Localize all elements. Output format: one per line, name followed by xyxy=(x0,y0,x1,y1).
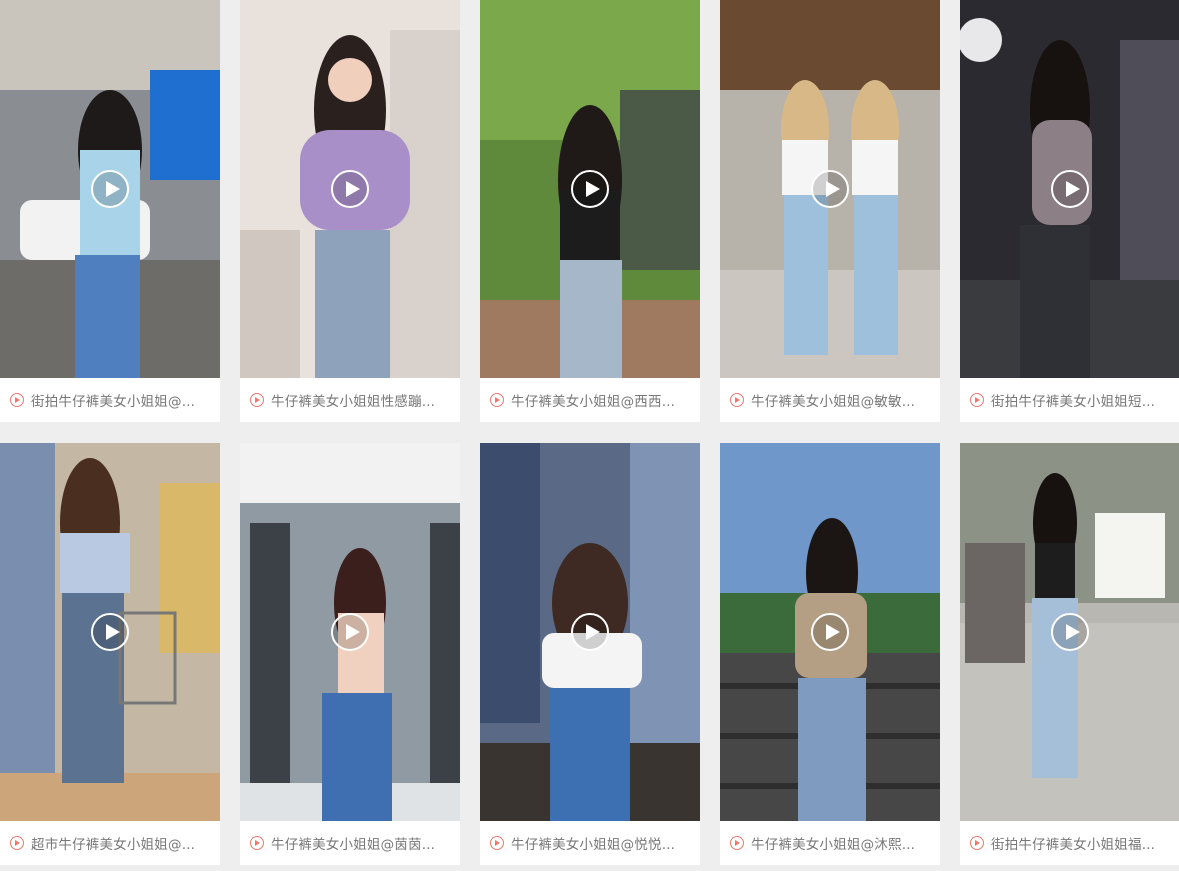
play-circle-icon xyxy=(10,836,24,850)
video-thumbnail[interactable] xyxy=(720,443,940,821)
video-thumbnail[interactable] xyxy=(240,0,460,378)
play-button-icon[interactable] xyxy=(91,170,129,208)
video-title[interactable]: 街拍牛仔裤美女小姐姐福... xyxy=(991,833,1155,853)
play-button-icon[interactable] xyxy=(1051,613,1089,651)
video-grid: 街拍牛仔裤美女小姐姐@... 牛仔裤美女小姐姐性感蹦... 牛仔裤美女小姐姐@西… xyxy=(0,0,1179,871)
video-title[interactable]: 牛仔裤美女小姐姐@西西... xyxy=(511,390,675,410)
video-card[interactable]: 超市牛仔裤美女小姐姐@... xyxy=(0,443,220,865)
play-circle-icon xyxy=(730,836,744,850)
video-caption[interactable]: 牛仔裤美女小姐姐@悦悦... xyxy=(480,821,700,865)
video-thumbnail[interactable] xyxy=(960,443,1179,821)
video-title[interactable]: 牛仔裤美女小姐姐@悦悦... xyxy=(511,833,675,853)
play-circle-icon xyxy=(970,393,984,407)
play-button-icon[interactable] xyxy=(1051,170,1089,208)
video-thumbnail[interactable] xyxy=(480,0,700,378)
play-button-icon[interactable] xyxy=(811,613,849,651)
video-card[interactable]: 街拍牛仔裤美女小姐姐福... xyxy=(960,443,1179,865)
video-caption[interactable]: 牛仔裤美女小姐姐@敏敏... xyxy=(720,378,940,422)
video-card[interactable]: 牛仔裤美女小姐姐性感蹦... xyxy=(240,0,460,422)
video-card[interactable]: 街拍牛仔裤美女小姐姐短... xyxy=(960,0,1179,422)
video-caption[interactable]: 街拍牛仔裤美女小姐姐短... xyxy=(960,378,1179,422)
play-button-icon[interactable] xyxy=(811,170,849,208)
video-card[interactable]: 牛仔裤美女小姐姐@敏敏... xyxy=(720,0,940,422)
video-title[interactable]: 街拍牛仔裤美女小姐姐@... xyxy=(31,390,195,410)
play-circle-icon xyxy=(250,836,264,850)
video-title[interactable]: 牛仔裤美女小姐姐@敏敏... xyxy=(751,390,915,410)
play-circle-icon xyxy=(10,393,24,407)
video-caption[interactable]: 街拍牛仔裤美女小姐姐福... xyxy=(960,821,1179,865)
video-caption[interactable]: 牛仔裤美女小姐姐性感蹦... xyxy=(240,378,460,422)
video-thumbnail[interactable] xyxy=(0,443,220,821)
video-card[interactable]: 牛仔裤美女小姐姐@茵茵... xyxy=(240,443,460,865)
video-caption[interactable]: 牛仔裤美女小姐姐@茵茵... xyxy=(240,821,460,865)
video-thumbnail[interactable] xyxy=(240,443,460,821)
play-circle-icon xyxy=(490,393,504,407)
video-card[interactable]: 牛仔裤美女小姐姐@沐熙... xyxy=(720,443,940,865)
play-circle-icon xyxy=(730,393,744,407)
video-card[interactable]: 牛仔裤美女小姐姐@悦悦... xyxy=(480,443,700,865)
video-thumbnail[interactable] xyxy=(960,0,1179,378)
play-circle-icon xyxy=(250,393,264,407)
video-title[interactable]: 牛仔裤美女小姐姐@沐熙... xyxy=(751,833,915,853)
video-title[interactable]: 牛仔裤美女小姐姐@茵茵... xyxy=(271,833,435,853)
video-caption[interactable]: 街拍牛仔裤美女小姐姐@... xyxy=(0,378,220,422)
video-title[interactable]: 街拍牛仔裤美女小姐姐短... xyxy=(991,390,1155,410)
video-title[interactable]: 超市牛仔裤美女小姐姐@... xyxy=(31,833,195,853)
play-button-icon[interactable] xyxy=(331,613,369,651)
play-circle-icon xyxy=(970,836,984,850)
video-thumbnail[interactable] xyxy=(480,443,700,821)
video-thumbnail[interactable] xyxy=(720,0,940,378)
play-button-icon[interactable] xyxy=(91,613,129,651)
video-card[interactable]: 牛仔裤美女小姐姐@西西... xyxy=(480,0,700,422)
video-caption[interactable]: 牛仔裤美女小姐姐@沐熙... xyxy=(720,821,940,865)
play-button-icon[interactable] xyxy=(331,170,369,208)
video-caption[interactable]: 牛仔裤美女小姐姐@西西... xyxy=(480,378,700,422)
play-circle-icon xyxy=(490,836,504,850)
play-button-icon[interactable] xyxy=(571,613,609,651)
play-button-icon[interactable] xyxy=(571,170,609,208)
video-card[interactable]: 街拍牛仔裤美女小姐姐@... xyxy=(0,0,220,422)
video-title[interactable]: 牛仔裤美女小姐姐性感蹦... xyxy=(271,390,435,410)
video-caption[interactable]: 超市牛仔裤美女小姐姐@... xyxy=(0,821,220,865)
video-thumbnail[interactable] xyxy=(0,0,220,378)
